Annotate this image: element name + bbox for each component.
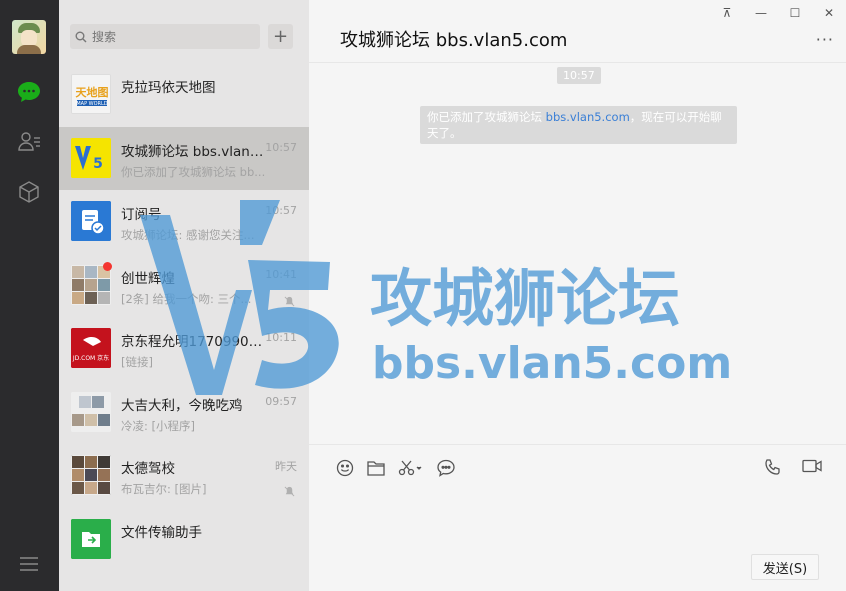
maximize-button[interactable]: ☐ <box>778 0 812 26</box>
conversation-item[interactable]: 创世辉煌 10:41 [2条] 给我一个吻: 三个... <box>59 254 309 318</box>
conversation-item[interactable]: 大吉大利，今晚吃鸡 09:57 冷凌: [小程序] <box>59 381 309 445</box>
conversation-preview: [2条] 给我一个吻: 三个... <box>121 291 252 306</box>
group-avatar <box>71 264 111 305</box>
conversation-avatar: 5 <box>71 137 111 178</box>
chat-title: 攻城狮论坛 bbs.vlan5.com <box>340 30 568 51</box>
phone-icon[interactable] <box>764 458 782 480</box>
contacts-icon[interactable] <box>15 127 43 155</box>
chat-panel: ⊼ — ☐ ✕ 攻城狮论坛 bbs.vlan5.com ··· 10:57 你已… <box>309 0 846 591</box>
scissors-icon[interactable] <box>398 458 424 478</box>
session-list-panel: + 天地图 MAP WORLD 克拉玛依天地图 5 攻城狮论坛 bbs.vlan5… <box>59 0 309 591</box>
conversation-name: 创世辉煌 <box>121 270 175 287</box>
conversation-name: 克拉玛依天地图 <box>121 80 216 96</box>
conversation-name: 订阅号 <box>121 207 162 223</box>
call-toolbar <box>764 458 822 480</box>
svg-text:JD.COM 京东: JD.COM 京东 <box>72 354 109 362</box>
svg-text:MAP WORLD: MAP WORLD <box>76 101 107 107</box>
mute-icon <box>284 292 295 311</box>
conversation-preview: 你已添加了攻城狮论坛 bb... <box>121 164 266 179</box>
conversation-name: 文件传输助手 <box>121 524 202 541</box>
folder-icon[interactable] <box>367 458 385 478</box>
minimize-button[interactable]: — <box>744 0 778 26</box>
conversation-preview: [链接] <box>121 355 153 369</box>
conversation-name: 大吉大利，今晚吃鸡 <box>121 397 243 414</box>
conversation-preview: 冷凌: [小程序] <box>121 418 196 433</box>
header-divider <box>309 62 846 63</box>
nav-sidebar <box>0 0 59 591</box>
chat-bubble-icon[interactable] <box>437 458 455 478</box>
pin-button[interactable]: ⊼ <box>710 0 744 26</box>
group-avatar <box>71 455 111 495</box>
menu-icon[interactable] <box>15 550 43 578</box>
svg-text:天地图: 天地图 <box>76 85 109 99</box>
conversation-avatar: 天地图 MAP WORLD <box>71 74 111 114</box>
system-message: 你已添加了攻城狮论坛 bbs.vlan5.com，现在可以开始聊天了。 <box>420 106 737 144</box>
conversation-time: 10:57 <box>265 140 297 154</box>
conversation-time: 10:57 <box>265 204 297 217</box>
window-controls: ⊼ — ☐ ✕ <box>710 0 846 26</box>
emoji-icon[interactable] <box>336 458 354 478</box>
add-chat-button[interactable]: + <box>268 24 293 49</box>
system-message-prefix: 你已添加了攻城狮论坛 <box>427 110 546 124</box>
system-message-link[interactable]: bbs.vlan5.com <box>546 110 630 124</box>
more-options-button[interactable]: ··· <box>816 30 834 49</box>
send-button[interactable]: 发送(S) <box>751 554 819 580</box>
box-icon[interactable] <box>15 178 43 206</box>
unread-badge <box>103 261 112 271</box>
conversation-item[interactable]: 订阅号 10:57 攻城狮论坛: 感谢您关注... <box>59 190 309 254</box>
conversation-item[interactable]: JD.COM 京东 京东程允明17709908... 10:11 [链接] <box>59 317 309 381</box>
mute-icon <box>284 482 295 501</box>
input-toolbar <box>336 458 455 478</box>
search-input[interactable] <box>92 29 252 44</box>
conversation-time: 10:11 <box>265 331 297 344</box>
conversation-item[interactable]: 天地图 MAP WORLD 克拉玛依天地图 <box>59 63 309 127</box>
input-divider <box>309 444 846 445</box>
conversation-item[interactable]: 文件传输助手 <box>59 508 309 572</box>
group-avatar <box>71 391 111 432</box>
conversation-name: 攻城狮论坛 bbs.vlan5... <box>121 143 266 160</box>
avatar[interactable] <box>12 20 46 54</box>
chat-icon[interactable] <box>15 78 43 106</box>
conversation-time: 10:41 <box>265 267 297 281</box>
conversation-item[interactable]: 太德驾校 昨天 布瓦吉尔: [图片] <box>59 444 309 508</box>
svg-text:5: 5 <box>93 156 103 172</box>
conversation-name: 京东程允明17709908... <box>121 334 266 350</box>
file-transfer-icon <box>71 518 111 559</box>
search-icon <box>70 31 92 43</box>
conversation-name: 太德驾校 <box>121 461 175 477</box>
conversation-preview: 攻城狮论坛: 感谢您关注... <box>121 228 255 242</box>
conversation-preview: 布瓦吉尔: [图片] <box>121 482 207 496</box>
subscription-icon <box>71 201 111 241</box>
conversation-time: 昨天 <box>275 460 297 473</box>
conversation-list: 天地图 MAP WORLD 克拉玛依天地图 5 攻城狮论坛 bbs.vlan5..… <box>59 63 309 571</box>
conversation-avatar: JD.COM 京东 <box>71 328 111 368</box>
video-call-icon[interactable] <box>802 458 822 480</box>
conversation-item-selected[interactable]: 5 攻城狮论坛 bbs.vlan5... 10:57 你已添加了攻城狮论坛 bb… <box>59 126 309 190</box>
search-box[interactable] <box>70 24 260 49</box>
conversation-time: 09:57 <box>265 394 297 408</box>
close-button[interactable]: ✕ <box>812 0 846 26</box>
message-timestamp: 10:57 <box>557 67 601 84</box>
